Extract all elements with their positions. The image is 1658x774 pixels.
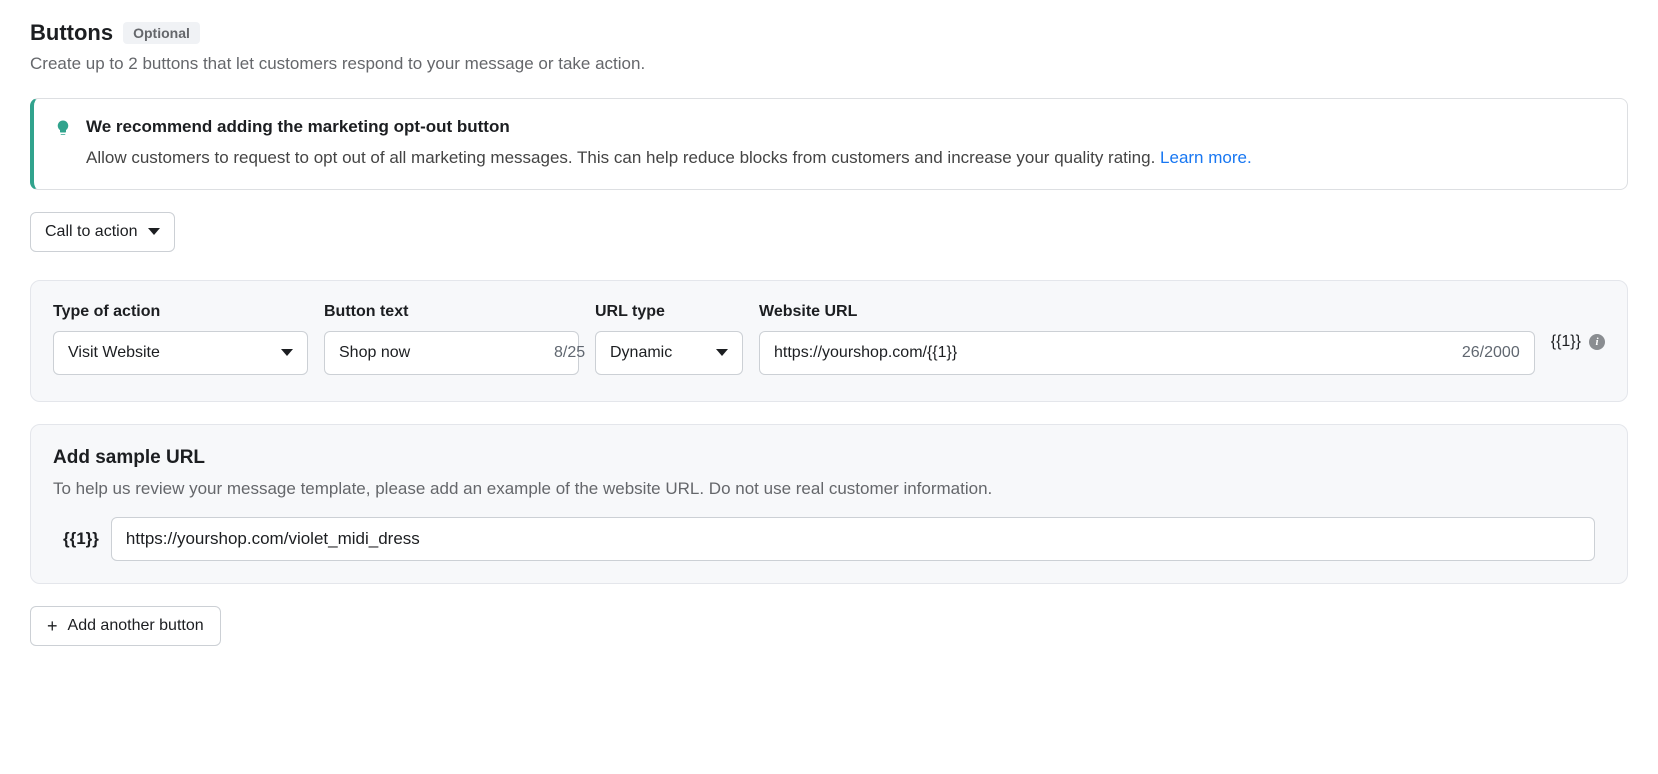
sample-url-description: To help us review your message template,… bbox=[53, 479, 1605, 499]
chevron-down-icon bbox=[148, 228, 160, 235]
button-type-select[interactable]: Call to action bbox=[30, 212, 175, 252]
plus-icon: + bbox=[47, 617, 58, 635]
website-url-input[interactable] bbox=[774, 344, 1454, 362]
add-another-button-label: Add another button bbox=[68, 617, 204, 635]
recommendation-tip: We recommend adding the marketing opt-ou… bbox=[30, 98, 1628, 190]
sample-url-panel: Add sample URL To help us review your me… bbox=[30, 424, 1628, 584]
tip-description-text: Allow customers to request to opt out of… bbox=[86, 148, 1160, 167]
section-header: Buttons Optional bbox=[30, 20, 1628, 46]
button-config-panel: Type of action Visit Website Button text… bbox=[30, 280, 1628, 402]
type-of-action-select[interactable]: Visit Website bbox=[53, 331, 308, 375]
button-text-field[interactable]: 8/25 bbox=[324, 331, 579, 375]
button-text-label: Button text bbox=[324, 303, 579, 321]
button-text-counter: 8/25 bbox=[546, 344, 585, 362]
url-type-select[interactable]: Dynamic bbox=[595, 331, 743, 375]
section-description: Create up to 2 buttons that let customer… bbox=[30, 54, 1628, 74]
tip-description: Allow customers to request to opt out of… bbox=[86, 145, 1607, 171]
chevron-down-icon bbox=[716, 349, 728, 356]
chevron-down-icon bbox=[281, 349, 293, 356]
url-type-label: URL type bbox=[595, 303, 743, 321]
type-of-action-value: Visit Website bbox=[68, 344, 160, 362]
button-type-value: Call to action bbox=[45, 223, 138, 241]
add-another-button[interactable]: + Add another button bbox=[30, 606, 221, 646]
section-title: Buttons bbox=[30, 20, 113, 46]
url-type-value: Dynamic bbox=[610, 344, 672, 362]
type-of-action-label: Type of action bbox=[53, 303, 308, 321]
sample-url-input[interactable] bbox=[111, 517, 1595, 561]
lightbulb-icon bbox=[54, 117, 72, 171]
info-icon[interactable]: i bbox=[1589, 334, 1605, 350]
website-url-counter: 26/2000 bbox=[1454, 344, 1520, 362]
tip-title: We recommend adding the marketing opt-ou… bbox=[86, 117, 1607, 137]
learn-more-link[interactable]: Learn more. bbox=[1160, 148, 1252, 167]
button-text-input[interactable] bbox=[339, 344, 546, 362]
optional-badge: Optional bbox=[123, 22, 200, 44]
website-url-label: Website URL bbox=[759, 303, 1535, 321]
website-url-field[interactable]: 26/2000 bbox=[759, 331, 1535, 375]
sample-variable-label: {{1}} bbox=[63, 529, 99, 549]
sample-url-title: Add sample URL bbox=[53, 447, 1605, 469]
variable-chip: {{1}} bbox=[1551, 333, 1581, 351]
